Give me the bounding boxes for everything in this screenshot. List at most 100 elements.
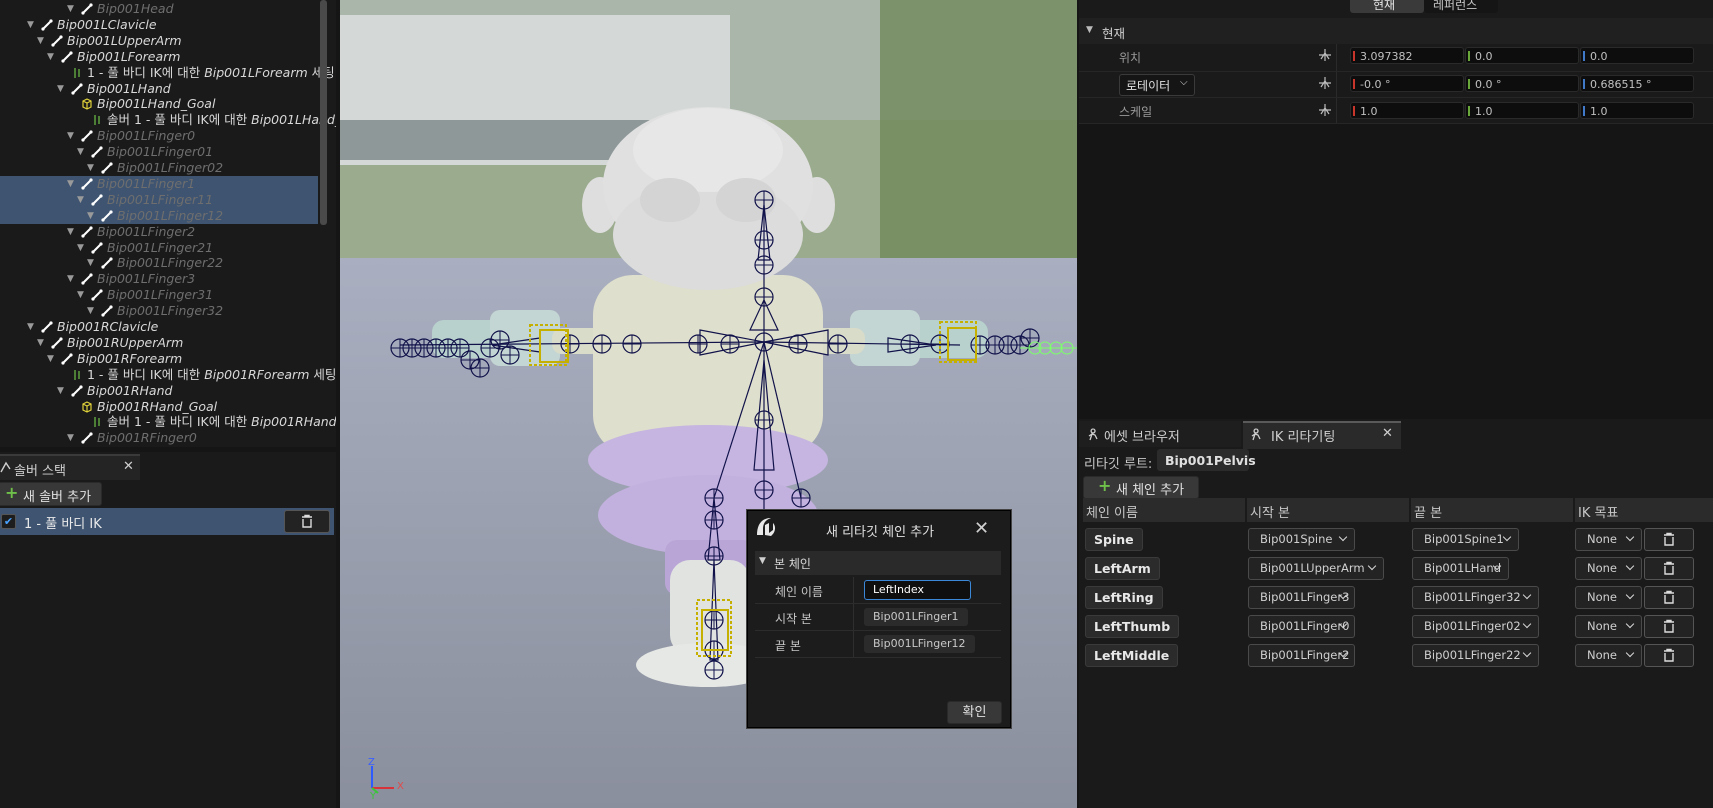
tree-row[interactable]: ▼ Bip001LFinger32 — [0, 303, 318, 319]
end-bone-dropdown[interactable]: Bip001LFinger02 — [1412, 615, 1539, 638]
expand-arrow-icon[interactable]: ▼ — [57, 81, 67, 97]
ik-goal-dropdown[interactable]: None — [1575, 557, 1642, 580]
solver-enabled-checkbox[interactable]: ✔ — [1, 514, 16, 529]
tree-row[interactable]: 1 - 풀 바디 IK에 대한 Bip001LForearm 세팅 — [0, 65, 335, 81]
tree-row[interactable]: ▼ Bip001LHand — [0, 81, 318, 97]
column-header[interactable]: 시작 본 — [1247, 498, 1409, 522]
expand-arrow-icon[interactable]: ▼ — [87, 208, 97, 224]
tree-row[interactable]: ▼ Bip001RHand — [0, 383, 318, 399]
chain-name-input[interactable]: LeftIndex — [864, 580, 971, 600]
end-bone-value[interactable]: Bip001LFinger12 — [864, 635, 975, 653]
tree-row[interactable]: ▼ Bip001RFinger0 — [0, 430, 318, 446]
close-icon[interactable]: ✕ — [1382, 426, 1393, 441]
tree-row[interactable]: ▼ Bip001LFinger01 — [0, 144, 318, 160]
expand-arrow-icon[interactable]: ▼ — [77, 192, 87, 208]
column-header[interactable]: 끝 본 — [1411, 498, 1573, 522]
start-bone-dropdown[interactable]: Bip001Spine — [1248, 528, 1355, 551]
tree-row[interactable]: ▼ Bip001LFinger1 — [0, 175, 318, 192]
expand-arrow-icon[interactable]: ▼ — [87, 255, 97, 271]
end-bone-dropdown[interactable]: Bip001LFinger22 — [1412, 644, 1539, 667]
chain-name-field[interactable]: LeftMiddle — [1085, 644, 1179, 667]
current-section-header[interactable]: ▼ 현재 — [1079, 18, 1713, 44]
retarget-root-value[interactable]: Bip001Pelvis — [1157, 449, 1256, 471]
tree-row[interactable]: ▼ Bip001LFinger11 — [0, 191, 318, 208]
tree-row[interactable]: ▼ Bip001RUpperArm — [0, 335, 318, 351]
remove-chain-button[interactable] — [1644, 586, 1694, 609]
start-bone-dropdown[interactable]: Bip001LFinger3 — [1248, 586, 1355, 609]
ik-goal-dropdown[interactable]: None — [1575, 586, 1642, 609]
remove-chain-button[interactable] — [1644, 644, 1694, 667]
expand-arrow-icon[interactable]: ▼ — [67, 1, 77, 17]
expand-arrow-icon[interactable]: ▼ — [77, 287, 87, 303]
tab-asset-browser[interactable]: 에셋 브라우저 — [1079, 421, 1241, 447]
remove-solver-button[interactable] — [284, 510, 330, 533]
tree-row[interactable]: ▼ Bip001LFinger02 — [0, 160, 318, 176]
expand-arrow-icon[interactable]: ▼ — [87, 160, 97, 176]
column-header[interactable]: 체인 이름 — [1083, 498, 1245, 522]
start-bone-dropdown[interactable]: Bip001LFinger2 — [1248, 644, 1355, 667]
chain-name-field[interactable]: Spine — [1085, 528, 1143, 551]
start-bone-value[interactable]: Bip001LFinger1 — [864, 608, 968, 626]
tree-scrollbar[interactable] — [320, 0, 327, 225]
location-z-field[interactable]: 0.0 — [1580, 47, 1694, 64]
tree-row[interactable]: ▼ Bip001LFinger22 — [0, 255, 318, 271]
tree-row[interactable]: Bip001RHand_Goal — [0, 399, 318, 415]
ik-goal-dropdown[interactable]: None — [1575, 615, 1642, 638]
tree-row[interactable]: 솔버 1 - 풀 바디 IK에 대한 Bip001RHand_ — [0, 414, 336, 430]
scale-y-field[interactable]: 1.0 — [1465, 102, 1579, 119]
solver-list-item[interactable]: ✔ 1 - 풀 바디 IK — [0, 508, 334, 535]
close-icon[interactable]: ✕ — [974, 518, 989, 539]
tree-row[interactable]: ▼ Bip001LFinger0 — [0, 128, 318, 144]
expand-arrow-icon[interactable]: ▼ — [47, 49, 57, 65]
expand-arrow-icon[interactable]: ▼ — [37, 335, 47, 351]
tab-reference[interactable]: 레퍼런스 — [1424, 0, 1498, 13]
rotation-z-field[interactable]: 0.686515 ° — [1580, 75, 1694, 92]
ik-goal-dropdown[interactable]: None — [1575, 644, 1642, 667]
scale-z-field[interactable]: 1.0 — [1580, 102, 1694, 119]
tree-row[interactable]: ▼ Bip001LForearm — [0, 49, 318, 65]
tree-row[interactable]: ▼ Bip001LFinger31 — [0, 287, 318, 303]
start-bone-dropdown[interactable]: Bip001LUpperArm — [1248, 557, 1384, 580]
tree-row[interactable]: ▼ Bip001LFinger12 — [0, 207, 318, 224]
tab-current[interactable]: 현재 — [1350, 0, 1424, 13]
scale-x-field[interactable]: 1.0 — [1350, 102, 1464, 119]
expand-arrow-icon[interactable]: ▼ — [87, 303, 97, 319]
ik-goal-dropdown[interactable]: None — [1575, 528, 1642, 551]
column-header[interactable]: IK 목표 — [1575, 498, 1713, 522]
tree-row[interactable]: 솔버 1 - 풀 바디 IK에 대한 Bip001LHand_ — [0, 112, 336, 128]
rotation-y-field[interactable]: 0.0 ° — [1465, 75, 1579, 92]
expand-arrow-icon[interactable]: ▼ — [67, 176, 77, 192]
chain-name-field[interactable]: LeftRing — [1085, 586, 1163, 609]
pivot-reset-icon[interactable] — [1318, 103, 1332, 117]
add-chain-button[interactable]: + 새 체인 추가 — [1083, 476, 1199, 499]
expand-arrow-icon[interactable]: ▼ — [77, 240, 87, 256]
remove-chain-button[interactable] — [1644, 615, 1694, 638]
tree-row[interactable]: ▼ Bip001LFinger3 — [0, 271, 318, 287]
remove-chain-button[interactable] — [1644, 557, 1694, 580]
location-y-field[interactable]: 0.0 — [1465, 47, 1579, 64]
expand-arrow-icon[interactable]: ▼ — [67, 224, 77, 240]
tree-row[interactable]: ▼ Bip001LClavicle — [0, 17, 318, 33]
rotation-x-field[interactable]: -0.0 ° — [1350, 75, 1464, 92]
end-bone-dropdown[interactable]: Bip001LFinger32 — [1412, 586, 1539, 609]
rotation-mode-dropdown[interactable]: 로테이터 ⌵ — [1119, 74, 1195, 96]
expand-arrow-icon[interactable]: ▼ — [67, 430, 77, 446]
end-bone-dropdown[interactable]: Bip001Spine1 — [1412, 528, 1519, 551]
tab-ik-retargeting[interactable]: IK 리타기팅 ✕ — [1243, 421, 1401, 449]
close-icon[interactable]: ✕ — [123, 459, 134, 474]
expand-arrow-icon[interactable]: ▼ — [77, 144, 87, 160]
tree-row[interactable]: Bip001LHand_Goal — [0, 96, 318, 112]
add-solver-button[interactable]: + 새 솔버 추가 — [0, 482, 102, 506]
tree-row[interactable]: ▼ Bip001RForearm — [0, 351, 318, 367]
tree-row[interactable]: ▼ Bip001Head — [0, 1, 318, 17]
chain-name-field[interactable]: LeftThumb — [1085, 615, 1180, 638]
bone-chain-section-header[interactable]: ▼ 본 체인 — [755, 551, 1001, 575]
tree-row[interactable]: 1 - 풀 바디 IK에 대한 Bip001RForearm 세팅 — [0, 367, 336, 383]
tree-row[interactable]: ▼ Bip001LFinger2 — [0, 224, 318, 240]
remove-chain-button[interactable] — [1644, 528, 1694, 551]
pivot-reset-icon[interactable] — [1318, 76, 1332, 90]
confirm-button[interactable]: 확인 — [947, 701, 1002, 724]
tree-row[interactable]: ▼ Bip001LUpperArm — [0, 33, 318, 49]
start-bone-dropdown[interactable]: Bip001LFinger0 — [1248, 615, 1355, 638]
expand-arrow-icon[interactable]: ▼ — [27, 319, 37, 335]
